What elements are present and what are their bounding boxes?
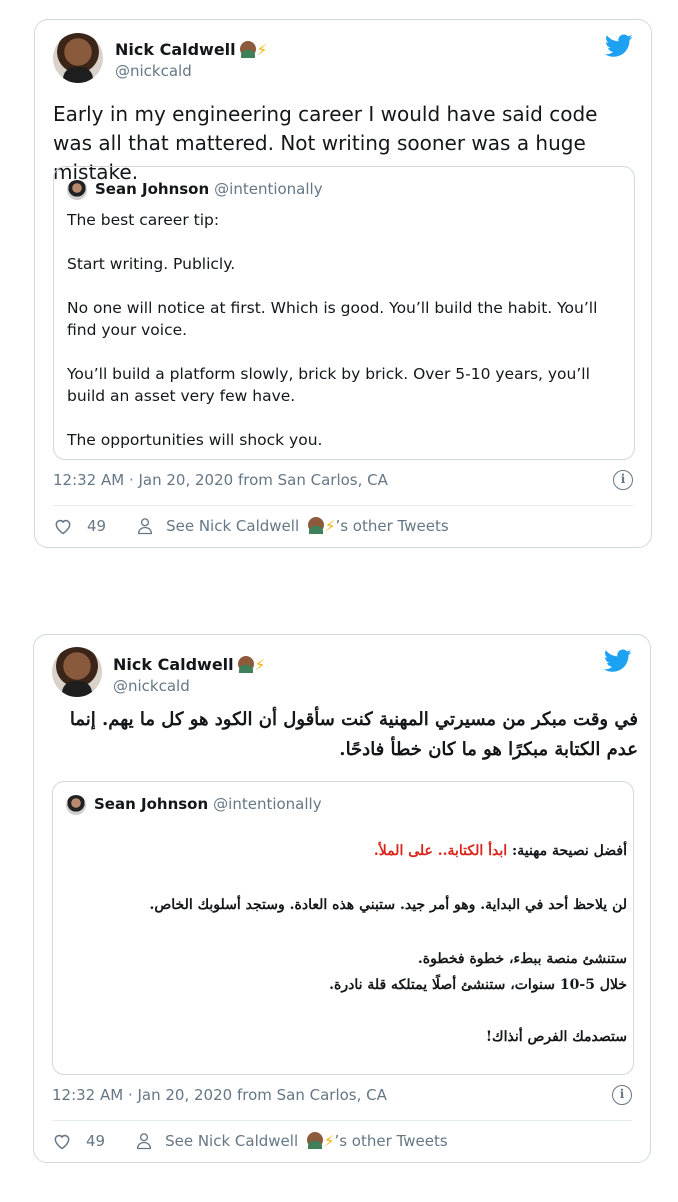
lightning-emoji: ⚡	[254, 656, 266, 674]
other-tweets-link[interactable]: See Nick Caldwell ⚡’s other Tweets	[165, 1132, 448, 1150]
author-name[interactable]: Nick Caldwell ⚡	[113, 655, 265, 674]
avatar[interactable]	[53, 33, 103, 83]
technologist-emoji	[306, 1132, 323, 1149]
quoted-line: ستصدمك الفرص أنذاك!	[485, 1029, 627, 1045]
tweet-timestamp[interactable]: 12:32 AM · Jan 20, 2020 from San Carlos,…	[53, 471, 388, 489]
divider	[52, 1120, 632, 1121]
user-icon	[138, 518, 153, 535]
other-tweets-link[interactable]: See Nick Caldwell ⚡’s other Tweets	[166, 517, 449, 535]
quoted-paragraph: No one will notice at first. Which is go…	[67, 299, 598, 339]
tweet-card-arabic: Nick Caldwell ⚡ @nickcald في وقت مبكر من …	[33, 634, 651, 1163]
tweet-actions: 49 See Nick Caldwell ⚡’s other Tweets	[53, 516, 449, 536]
technologist-emoji	[307, 517, 324, 534]
quoted-avatar	[67, 180, 87, 200]
tweet-text: في وقت مبكر من مسيرتي المهنية كنت سأقول …	[69, 709, 638, 760]
quoted-handle: @intentionally	[213, 795, 322, 813]
highlight-text: ابدأ الكتابة.. على الملأ.	[373, 843, 508, 859]
twitter-bird-icon[interactable]	[604, 649, 632, 673]
quoted-avatar	[66, 795, 86, 815]
quoted-author: Sean Johnson @intentionally	[95, 180, 323, 198]
quoted-text: The best career tip: Start writing. Publ…	[67, 209, 621, 473]
quoted-paragraph: The best career tip:	[67, 211, 220, 229]
avatar[interactable]	[52, 647, 102, 697]
quoted-tweet[interactable]: Sean Johnson @intentionally The best care…	[53, 166, 635, 460]
quoted-line: ستنشئ منصة ببطء، خطوة فخطوة.	[417, 951, 627, 967]
quoted-line: لن يلاحظ أحد في البداية. وهو أمر جيد. ست…	[149, 897, 627, 913]
technologist-emoji	[237, 656, 254, 673]
quoted-handle: @intentionally	[214, 180, 323, 198]
quoted-author: Sean Johnson @intentionally	[94, 795, 322, 813]
author-name[interactable]: Nick Caldwell ⚡	[115, 40, 267, 59]
tweet-actions: 49 See Nick Caldwell ⚡’s other Tweets	[52, 1131, 448, 1151]
like-count: 49	[86, 1132, 106, 1150]
info-icon[interactable]: i	[613, 470, 633, 490]
quoted-line: خلال 5-10 سنوات، ستنشئ أصلًا يمتلكه قلة …	[329, 977, 627, 993]
info-icon[interactable]: i	[612, 1085, 632, 1105]
divider	[53, 505, 633, 506]
quoted-line: أفضل نصيحة مهنية: ابدأ الكتابة.. على الم…	[373, 843, 627, 859]
quoted-text: أفضل نصيحة مهنية: ابدأ الكتابة.. على الم…	[63, 838, 627, 1050]
twitter-bird-icon[interactable]	[605, 34, 633, 58]
quoted-paragraph: Start writing. Publicly.	[67, 255, 236, 273]
lightning-emoji: ⚡	[324, 517, 336, 535]
quoted-paragraph: You’ll build a platform slowly, brick by…	[67, 365, 590, 405]
tweet-timestamp[interactable]: 12:32 AM · Jan 20, 2020 from San Carlos,…	[52, 1086, 387, 1104]
heart-icon[interactable]	[52, 1131, 72, 1151]
technologist-emoji	[239, 41, 256, 58]
author-handle[interactable]: @nickcald	[115, 62, 192, 80]
tweet-card-english: Nick Caldwell ⚡ @nickcald Early in my eng…	[34, 19, 652, 548]
lightning-emoji: ⚡	[323, 1132, 335, 1150]
quoted-tweet[interactable]: Sean Johnson @intentionally أفضل نصيحة مه…	[52, 781, 634, 1075]
user-icon	[137, 1133, 152, 1150]
heart-icon[interactable]	[53, 516, 73, 536]
author-handle[interactable]: @nickcald	[113, 677, 190, 695]
quoted-paragraph: The opportunities will shock you.	[67, 431, 323, 449]
lightning-emoji: ⚡	[256, 41, 268, 59]
like-count: 49	[87, 517, 107, 535]
